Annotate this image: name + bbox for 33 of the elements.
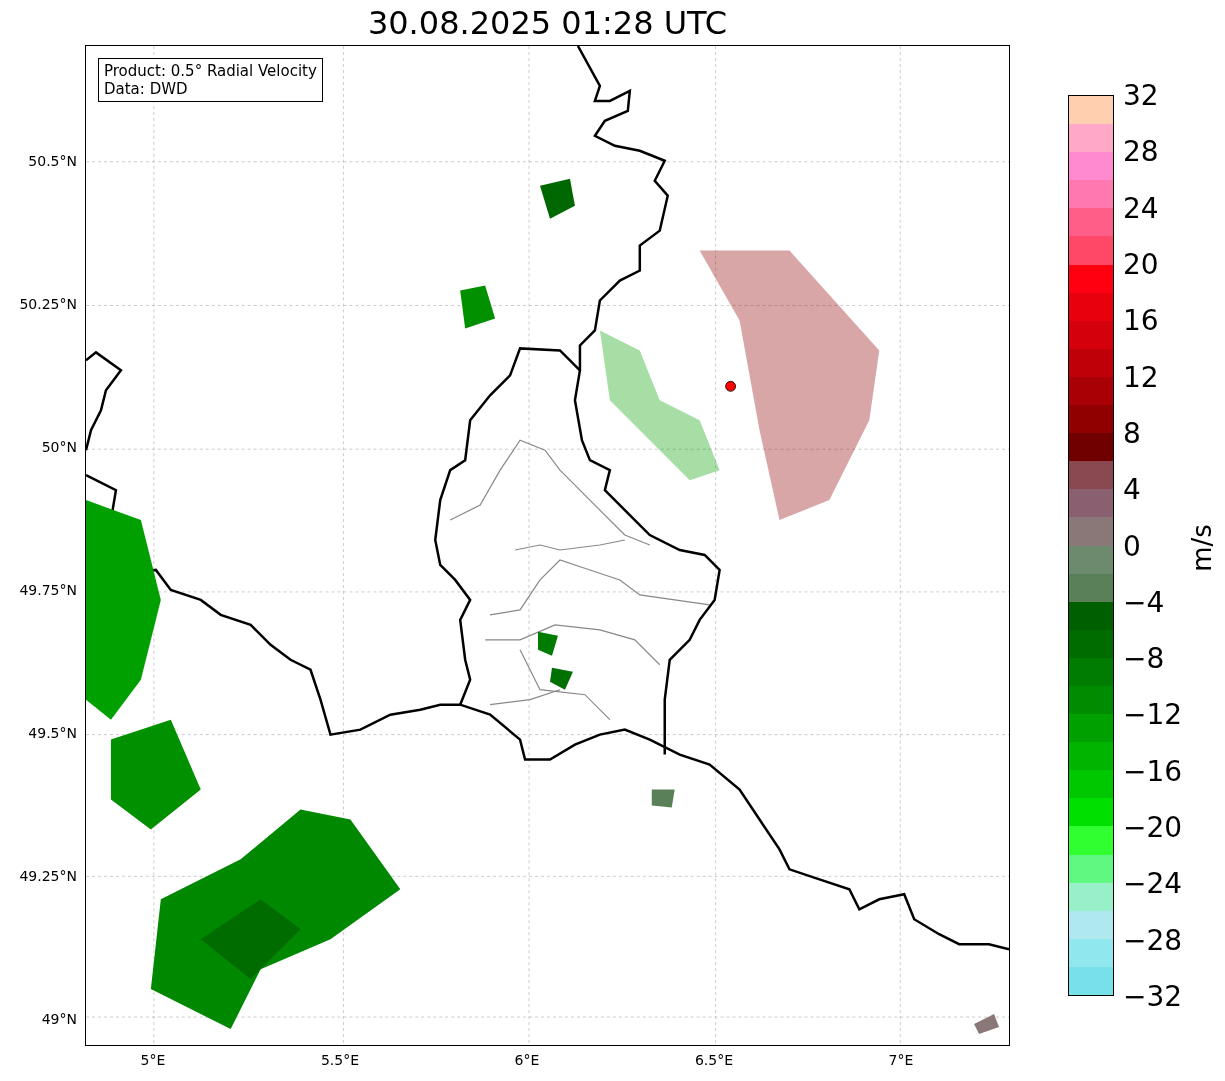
latitude-label: 49°N xyxy=(41,1011,77,1027)
unit-label: m/s xyxy=(1186,524,1217,572)
longitude-label: 6.5°E xyxy=(694,1052,734,1068)
scale-label: 12 xyxy=(1123,360,1159,394)
scale-label: 4 xyxy=(1123,472,1141,506)
scale-label: −8 xyxy=(1123,641,1165,675)
scale-label: −20 xyxy=(1123,810,1183,844)
scale-label: 8 xyxy=(1123,416,1141,450)
latitude-label: 49.5°N xyxy=(28,725,77,741)
scale-label: −24 xyxy=(1123,866,1183,900)
scale-label: −28 xyxy=(1123,923,1183,957)
chart-title: 30.08.2025 01:28 UTC xyxy=(367,3,728,42)
info-text: Product: 0.5° Radial Velocity xyxy=(104,62,317,80)
longitude-label: 7°E xyxy=(888,1052,914,1068)
info-text: Data: DWD xyxy=(104,80,189,98)
longitude-label: 6°E xyxy=(514,1052,540,1068)
scale-label: 28 xyxy=(1123,134,1159,168)
scale-label: 24 xyxy=(1123,191,1159,225)
longitude-label: 5.5°E xyxy=(320,1052,360,1068)
scale-label: 20 xyxy=(1123,247,1159,281)
scale-label: 16 xyxy=(1123,303,1159,337)
latitude-label: 50°N xyxy=(41,439,77,455)
scale-label: −4 xyxy=(1123,585,1165,619)
scale-label: −32 xyxy=(1123,979,1183,1013)
latitude-label: 50.25°N xyxy=(19,296,77,312)
latitude-label: 49.25°N xyxy=(19,868,77,884)
scale-label: 32 xyxy=(1123,78,1159,112)
scale-label: −16 xyxy=(1123,754,1183,788)
latitude-label: 49.75°N xyxy=(19,582,77,598)
longitude-label: 5°E xyxy=(140,1052,166,1068)
scale-label: −12 xyxy=(1123,697,1183,731)
scale-label: 0 xyxy=(1123,529,1141,562)
latitude-label: 50.5°N xyxy=(28,153,77,169)
